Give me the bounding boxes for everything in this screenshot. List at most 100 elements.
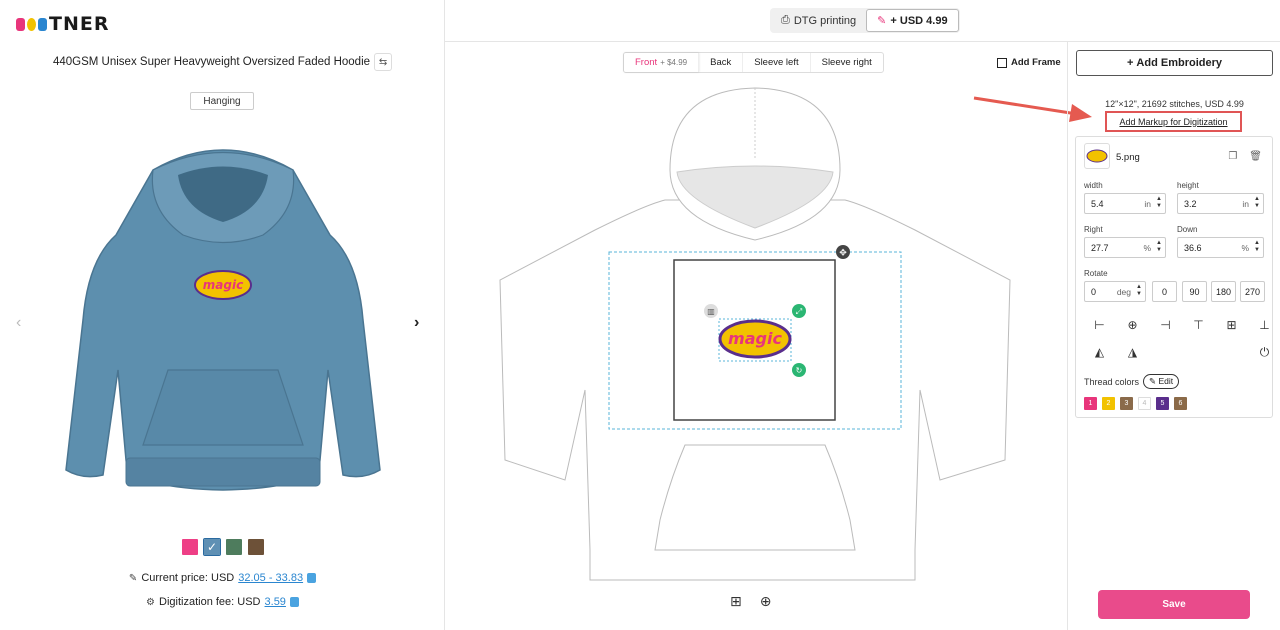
duplicate-icon[interactable]: ❐ <box>1228 151 1237 162</box>
design-file-name: 5.png <box>1116 152 1140 163</box>
add-frame-label: Add Frame <box>1011 57 1061 68</box>
down-label: Down <box>1177 225 1198 234</box>
swatch-brown[interactable] <box>248 539 264 555</box>
hoodie-outline-canvas: ✥ magic ▥ ⤢ ↻ <box>499 87 1011 581</box>
align-right-icon[interactable]: ⊣ <box>1149 317 1182 333</box>
add-frame-button[interactable]: Add Frame <box>997 57 1061 68</box>
down-stepper-icon[interactable]: ▲ ▼ <box>1254 240 1260 254</box>
thumbnail-image <box>1086 149 1108 163</box>
dtg-printing-button[interactable]: ⎙ DTG printing <box>771 9 866 32</box>
save-button[interactable]: Save <box>1098 590 1250 619</box>
embroidery-panel: + Add Embroidery 12"×12", 21692 stitches… <box>1067 42 1280 630</box>
align-toolbar: ⊢ ⊕ ⊣ ⊤ ⊞ ⊥ <box>1083 317 1280 333</box>
thread-color-2[interactable]: 2 <box>1102 397 1115 410</box>
thread-colors-row: Thread colors ✎ Edit <box>1084 374 1180 389</box>
add-markup-link[interactable]: Add Markup for Digitization <box>1105 111 1242 132</box>
product-panel: TNER 440GSM Unisex Super Heavyweight Ove… <box>0 0 445 630</box>
hoodie-waistband <box>125 457 321 487</box>
thread-color-5[interactable]: 5 <box>1156 397 1169 410</box>
height-value: 3.2 <box>1184 198 1197 209</box>
thread-swatches: 1 2 3 4 5 6 <box>1084 397 1187 410</box>
align-bottom-icon[interactable]: ⊥ <box>1248 317 1280 333</box>
add-embroidery-button[interactable]: + Add Embroidery <box>1076 50 1273 76</box>
logo-mark <box>16 17 47 31</box>
rotate-90-button[interactable]: 90 <box>1182 281 1207 302</box>
width-value: 5.4 <box>1091 198 1104 209</box>
rotate-180-button[interactable]: 180 <box>1211 281 1236 302</box>
flip-toolbar: ◭ ◮ ⏻ <box>1083 344 1280 360</box>
design-magic-text: magic <box>728 329 782 348</box>
flip-vertical-icon[interactable]: ◮ <box>1116 344 1149 360</box>
align-center-v-icon[interactable]: ⊞ <box>1215 317 1248 333</box>
rotate-unit: deg <box>1116 286 1131 297</box>
right-offset-value: 27.7 <box>1091 242 1109 253</box>
rotate-stepper-icon[interactable]: ▲ ▼ <box>1136 284 1142 298</box>
zoom-in-icon[interactable]: ⊕ <box>760 593 772 610</box>
tab-front[interactable]: Front + $4.99 <box>624 53 700 72</box>
logo-dot <box>38 17 47 31</box>
tab-sleeve-left[interactable]: Sleeve left <box>743 53 811 72</box>
top-bar: ⎙ DTG printing ✎ + USD 4.99 <box>445 0 1280 42</box>
reset-icon[interactable]: ⏻ <box>1248 344 1280 360</box>
method-switch: ⎙ DTG printing ✎ + USD 4.99 <box>770 8 960 33</box>
digitization-fee-value[interactable]: 3.59 <box>265 596 286 608</box>
add-embroidery-label: Add Embroidery <box>1136 57 1222 69</box>
width-stepper-icon[interactable]: ▲ ▼ <box>1156 196 1162 210</box>
tab-back[interactable]: Back <box>699 53 744 72</box>
rotate-input[interactable]: 0 deg ▲ ▼ <box>1084 281 1146 302</box>
digitization-fee-row: ⚙ Digitization fee: USD 3.59 <box>0 596 445 608</box>
trash-icon[interactable]: 🗑 <box>1249 151 1262 162</box>
thread-colors-label: Thread colors <box>1084 376 1140 387</box>
switch-product-icon[interactable]: ⇆ <box>374 53 393 71</box>
fee-info-icon[interactable] <box>289 597 299 607</box>
tab-front-price: + $4.99 <box>660 58 688 67</box>
right-stepper-icon[interactable]: ▲ ▼ <box>1156 240 1162 254</box>
hoodie-pocket <box>142 369 304 446</box>
align-top-icon[interactable]: ⊤ <box>1182 317 1215 333</box>
align-center-h-icon[interactable]: ⊕ <box>1116 317 1149 333</box>
current-price-value[interactable]: 32.05 - 33.83 <box>238 572 303 584</box>
thread-color-3[interactable]: 3 <box>1120 397 1133 410</box>
align-left-icon[interactable]: ⊢ <box>1083 317 1116 333</box>
thread-color-1[interactable]: 1 <box>1084 397 1097 410</box>
right-offset-unit: % <box>1143 242 1151 253</box>
down-offset-value: 36.6 <box>1184 242 1202 253</box>
pen-icon: ✎ <box>128 572 138 584</box>
design-thumbnail[interactable] <box>1084 143 1110 169</box>
logo-dot <box>16 17 25 31</box>
view-mode-button[interactable]: Hanging <box>190 92 254 110</box>
edit-threads-label: Edit <box>1158 376 1174 386</box>
scale-glyph: ⤢ <box>795 307 802 316</box>
swatch-blue-selected[interactable]: ✓ <box>203 538 221 556</box>
hoodie-preview-image: magic <box>65 149 381 491</box>
product-title-text: 440GSM Unisex Super Heavyweight Oversize… <box>52 56 371 68</box>
thread-color-6[interactable]: 6 <box>1174 397 1187 410</box>
right-offset-input[interactable]: 27.7 % ▲ ▼ <box>1084 237 1166 258</box>
height-stepper-icon[interactable]: ▲ ▼ <box>1254 196 1260 210</box>
rotate-0-button[interactable]: 0 <box>1152 281 1177 302</box>
width-input[interactable]: 5.4 in ▲ ▼ <box>1084 193 1166 214</box>
logo[interactable]: TNER <box>16 13 109 35</box>
fit-view-icon[interactable]: ⊞ <box>730 593 742 610</box>
height-input[interactable]: 3.2 in ▲ ▼ <box>1177 193 1264 214</box>
prev-image-arrow-icon[interactable]: ‹ <box>16 314 21 332</box>
product-title: 440GSM Unisex Super Heavyweight Oversize… <box>0 53 445 71</box>
next-image-arrow-icon[interactable]: › <box>414 314 419 332</box>
height-label: height <box>1177 181 1199 190</box>
design-layer-card: 5.png ❐ 🗑 width 5.4 in ▲ ▼ height 3.2 in … <box>1075 136 1273 418</box>
thread-color-4[interactable]: 4 <box>1138 397 1151 410</box>
embroidery-method-button[interactable]: ✎ + USD 4.99 <box>866 9 959 32</box>
tab-sleeve-right[interactable]: Sleeve right <box>811 53 883 72</box>
width-label: width <box>1084 181 1103 190</box>
tab-front-label: Front <box>635 57 658 68</box>
right-label: Right <box>1084 225 1103 234</box>
edit-threads-button[interactable]: ✎ Edit <box>1143 374 1180 389</box>
rotate-270-button[interactable]: 270 <box>1240 281 1265 302</box>
swatch-pink[interactable] <box>182 539 198 555</box>
price-info-icon[interactable] <box>307 573 317 583</box>
frame-icon <box>997 57 1007 68</box>
swatch-green[interactable] <box>226 539 242 555</box>
move-arrows-glyph: ✥ <box>839 249 847 259</box>
flip-horizontal-icon[interactable]: ◭ <box>1083 344 1116 360</box>
down-offset-input[interactable]: 36.6 % ▲ ▼ <box>1177 237 1264 258</box>
